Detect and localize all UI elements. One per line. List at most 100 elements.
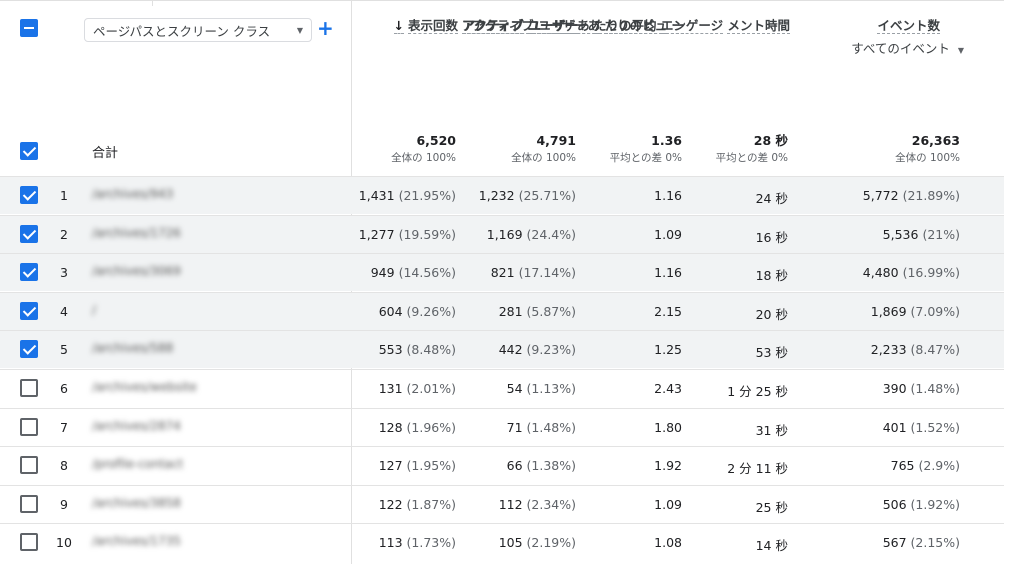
users-cell: 1,169 (24.4%) (487, 227, 576, 242)
users-value: 1,169 (486, 226, 523, 242)
users-cell: 54 (1.13%) (507, 381, 576, 396)
users-value: 821 (490, 265, 515, 281)
checkbox-checked-icon[interactable] (20, 224, 38, 243)
events-cell: 765 (2.9%) (891, 458, 960, 473)
users-cell: 71 (1.48%) (507, 420, 576, 435)
page-path-link[interactable]: /archives/943 (92, 187, 173, 201)
page-path-link[interactable]: /archives/3069 (92, 264, 181, 278)
views-value: 131 (378, 381, 403, 396)
row-number: 2 (60, 226, 68, 242)
views-pct: (1.73%) (406, 535, 456, 551)
totals-events-sub: 全体の 100% (895, 152, 960, 164)
table-row[interactable]: 2/archives/1726 1,277 (19.59%) 1,169 (24.4… (0, 214, 1004, 253)
avg-engagement-cell: 1 分 25 秒 (727, 384, 788, 399)
page-path-link[interactable]: /archives/588 (92, 341, 173, 355)
header-avg-engagement[interactable]: アクティブ ユーザーあ たりの平均 エンゲージ メント時間 (461, 16, 790, 36)
top-border (0, 0, 1004, 1)
page-path-link[interactable]: / (92, 303, 96, 317)
users-pct: (1.48%) (526, 419, 576, 435)
table-row[interactable]: 6/archives/website 131 (2.01%) 54 (1.13%) 2… (0, 369, 1004, 407)
checkbox-unchecked-icon[interactable] (20, 494, 38, 513)
avg-engagement-cell: 14 秒 (755, 538, 788, 554)
table-row[interactable]: 3/archives/3069 949 (14.56%) 821 (17.14%) 1… (0, 253, 1004, 292)
checkbox-unchecked-icon[interactable] (20, 456, 38, 475)
dimension-select-label: ページパスとスクリーン クラス (93, 23, 271, 39)
totals-eng-sub: 平均との差 0% (715, 152, 788, 164)
page-path-link[interactable]: /archives/3858 (92, 496, 181, 510)
table-row[interactable]: 5/archives/588 553 (8.48%) 442 (9.23%) 1.25… (0, 330, 1004, 369)
table-row[interactable]: 8/profile-contact 127 (1.95%) 66 (1.38%) 1.… (0, 446, 1004, 484)
totals-views-sub: 全体の 100% (391, 152, 456, 164)
views-value: 949 (370, 265, 395, 281)
dimension-select[interactable]: ページパスとスクリーン クラス ▼ (84, 18, 312, 42)
table-row[interactable]: 9/archives/3858 122 (1.87%) 112 (2.34%) 1.0… (0, 484, 1004, 523)
add-dimension-button[interactable]: + (317, 16, 334, 40)
table-row[interactable]: 1/archives/943 1,431 (21.95%) 1,232 (25.71… (0, 176, 1004, 214)
totals-users-sub: 全体の 100% (511, 152, 576, 164)
table-row[interactable]: 7/archives/2874 128 (1.96%) 71 (1.48%) 1.80… (0, 407, 1004, 446)
header-event-count[interactable]: イベント数 (877, 16, 940, 36)
checkbox-checked-icon[interactable] (20, 301, 38, 320)
page-path-link[interactable]: /archives/1735 (92, 534, 181, 548)
events-value: 5,536 (882, 226, 919, 242)
views-per-user-cell: 1.08 (654, 535, 682, 551)
row-number: 4 (60, 303, 68, 319)
views-per-user-cell: 1.09 (654, 226, 682, 242)
users-value: 54 (506, 381, 523, 396)
header-line: エンゲージ (660, 18, 724, 34)
page-path-link[interactable]: /archives/2874 (92, 419, 181, 433)
checkbox-checked-icon[interactable] (20, 340, 38, 359)
totals-views-value: 6,520 (416, 133, 456, 148)
page-path-link[interactable]: /profile-contact (92, 457, 183, 471)
events-cell: 401 (1.52%) (883, 420, 960, 435)
page-path-link[interactable]: /archives/website (92, 380, 197, 394)
views-cell: 113 (1.73%) (379, 535, 456, 550)
event-select[interactable]: すべてのイベント ▼ (851, 38, 964, 57)
views-pct: (14.56%) (398, 265, 456, 281)
checkbox-unchecked-icon[interactable] (20, 533, 38, 552)
row-number: 9 (60, 496, 68, 512)
totals-events-value: 26,363 (911, 133, 960, 148)
users-pct: (9.23%) (526, 342, 576, 358)
users-pct: (24.4%) (526, 226, 576, 242)
page-path-link[interactable]: /archives/1726 (92, 226, 181, 240)
views-pct: (1.87%) (406, 496, 456, 512)
totals-checkbox[interactable] (20, 142, 38, 160)
views-cell: 949 (14.56%) (371, 265, 456, 280)
events-pct: (21%) (922, 226, 960, 242)
checkbox-unchecked-icon[interactable] (20, 379, 38, 397)
views-value: 128 (378, 419, 403, 435)
events-pct: (16.99%) (902, 265, 960, 281)
users-cell: 442 (9.23%) (499, 342, 576, 357)
header-views[interactable]: ↓ 表示回数 (393, 16, 458, 36)
checkbox-checked-icon[interactable] (20, 263, 38, 282)
table-row[interactable]: 4 / 604 (9.26%) 281 (5.87%) 2.15 20 秒 1,869 (7… (0, 291, 1004, 330)
events-value: 401 (882, 419, 907, 435)
header-line: アクティブ (461, 18, 523, 34)
checkbox-unchecked-icon[interactable] (20, 417, 38, 436)
users-value: 105 (498, 535, 523, 551)
users-cell: 821 (17.14%) (491, 265, 576, 280)
events-value: 765 (890, 458, 915, 474)
row-number: 10 (56, 535, 72, 551)
sort-down-icon: ↓ (393, 18, 404, 34)
users-value: 1,232 (478, 188, 515, 203)
views-cell: 604 (9.26%) (379, 304, 456, 319)
views-cell: 1,431 (21.95%) (359, 188, 456, 203)
table-row[interactable]: 10/archives/1735 113 (1.73%) 105 (2.19%) 1.… (0, 523, 1004, 561)
totals-views: 6,520 全体の 100% (391, 133, 456, 167)
views-per-user-cell: 1.16 (654, 265, 682, 281)
events-cell: 506 (1.92%) (883, 497, 960, 512)
select-all-checkbox[interactable] (20, 19, 38, 37)
events-value: 1,869 (870, 303, 907, 319)
events-pct: (2.9%) (918, 458, 960, 474)
views-pct: (1.96%) (406, 419, 456, 435)
events-pct: (21.89%) (902, 188, 960, 203)
avg-engagement-cell: 24 秒 (755, 191, 788, 206)
users-value: 442 (498, 342, 523, 358)
users-cell: 1,232 (25.71%) (479, 188, 576, 203)
events-cell: 390 (1.48%) (883, 381, 960, 396)
totals-views-per-user: 1.36 平均との差 0% (610, 133, 682, 167)
checkbox-checked-icon[interactable] (20, 186, 38, 204)
users-pct: (2.34%) (526, 496, 576, 512)
